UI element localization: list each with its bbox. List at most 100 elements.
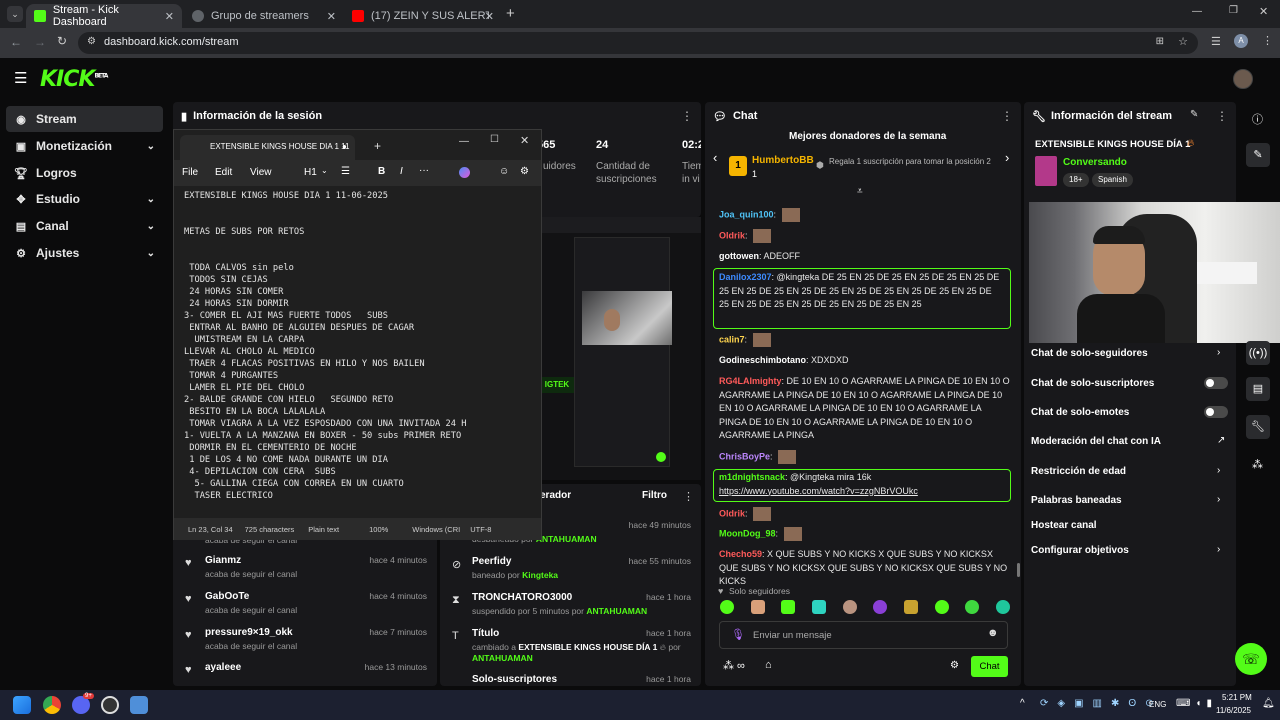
bold-icon[interactable]: B: [378, 166, 385, 177]
chat-scrollbar[interactable]: [1017, 563, 1020, 577]
chat-username[interactable]: RG4LAImighty: [719, 376, 782, 386]
notepad-close-icon[interactable]: ✕: [520, 134, 529, 147]
minimize-icon[interactable]: —: [1192, 6, 1202, 17]
reload-icon[interactable]: ↻: [57, 34, 67, 48]
close-tab-icon[interactable]: ✕: [165, 10, 174, 23]
option-palabras-baneadas[interactable]: Palabras baneadas: [1031, 495, 1122, 506]
points-icon[interactable]: ⁂ ∞: [723, 659, 745, 672]
option-solo-seguidores[interactable]: Chat de solo-seguidores: [1031, 348, 1148, 359]
gift-sub-text[interactable]: Regala 1 suscripción para tomar la posic…: [829, 157, 999, 167]
wrench-rail-button[interactable]: 🔧︎: [1246, 415, 1270, 439]
chat-menu-icon[interactable]: ⋮: [1001, 109, 1013, 123]
emote-icon[interactable]: [934, 600, 949, 614]
sidebar-item-monetizacion[interactable]: ▣ Monetización ⌄: [6, 133, 163, 159]
points-rail-icon[interactable]: ⁂: [1252, 458, 1263, 471]
chat-username[interactable]: MoonDog_98: [719, 528, 776, 538]
info-circle-icon[interactable]: ⓘ: [1252, 111, 1263, 127]
emote-icon[interactable]: [903, 600, 918, 614]
activity-user[interactable]: GabOoTe: [205, 591, 249, 602]
browser-menu-icon[interactable]: ⋮: [1262, 34, 1273, 47]
chat-username[interactable]: Checho59: [719, 549, 762, 559]
broadcast-rail-button[interactable]: ((•)): [1246, 341, 1270, 365]
sidebar-item-ajustes[interactable]: ⚙ Ajustes ⌄: [6, 240, 163, 266]
tab-search-icon[interactable]: ⌄: [7, 6, 23, 22]
new-tab-icon[interactable]: +: [506, 5, 515, 22]
emoji-icon[interactable]: ☻: [987, 627, 999, 639]
activity-user[interactable]: pressure9×19_okk: [205, 627, 293, 638]
notepad-maximize-icon[interactable]: ☐: [490, 134, 499, 145]
external-link-icon[interactable]: ↗: [1217, 435, 1225, 446]
tab-youtube[interactable]: (17) ZEIN Y SUS ALERTAS PARA ✕: [344, 4, 502, 28]
menu-file[interactable]: File: [182, 167, 198, 178]
activity-user[interactable]: ayaleee: [205, 662, 241, 673]
emote-icon[interactable]: [811, 600, 826, 614]
close-tab-icon[interactable]: ✕: [485, 10, 494, 23]
tray-icons[interactable]: ⟳◈▣▥✱ʘ⊙: [1040, 698, 1163, 709]
store-icon[interactable]: ⌂: [765, 659, 772, 671]
system-icons[interactable]: ⌨◖▮: [1176, 698, 1217, 709]
edit-rail-button[interactable]: ✎: [1246, 143, 1270, 167]
translate-icon[interactable]: ⊞: [1156, 36, 1164, 47]
language-indicator[interactable]: ENG: [1149, 700, 1166, 709]
emote-icon[interactable]: [873, 600, 888, 614]
back-icon[interactable]: ←: [10, 35, 22, 49]
tray-chevron-icon[interactable]: ^: [1020, 698, 1025, 709]
send-chat-button[interactable]: Chat: [971, 656, 1008, 677]
chat-input-box[interactable]: 🎙︎ Enviar un mensaje ☻: [719, 621, 1008, 649]
emote-icon[interactable]: [720, 600, 734, 614]
emote-icon[interactable]: [781, 600, 796, 614]
emote-icon[interactable]: [995, 600, 1010, 614]
sidebar-item-logros[interactable]: 🏆︎ Logros: [6, 160, 163, 186]
webcam-preview[interactable]: [1029, 202, 1280, 343]
menu-view[interactable]: View: [250, 167, 272, 178]
chevron-right-icon[interactable]: ›: [1217, 544, 1220, 555]
more-icon[interactable]: ···: [419, 165, 429, 176]
option-moderacion-ia[interactable]: Moderación del chat con IA: [1031, 436, 1161, 447]
microphone-icon[interactable]: 🎙︎: [731, 628, 745, 641]
filter-button[interactable]: Filtro: [642, 490, 667, 501]
donor-name[interactable]: HumbertoBB: [752, 155, 814, 166]
maximize-icon[interactable]: ❐: [1229, 5, 1238, 16]
list-icon[interactable]: ☰: [341, 166, 350, 177]
heading-dropdown[interactable]: H1: [304, 167, 317, 178]
emote-icon[interactable]: [965, 600, 980, 614]
chat-settings-icon[interactable]: ⚙: [950, 660, 959, 671]
copilot-icon[interactable]: [459, 167, 470, 178]
notepad-taskbar-icon[interactable]: [130, 696, 148, 714]
unsaved-dot-icon[interactable]: ●: [342, 142, 347, 151]
reading-list-icon[interactable]: ☰: [1211, 35, 1221, 48]
italic-icon[interactable]: I: [400, 166, 403, 177]
activity-user[interactable]: Gianmz: [205, 555, 241, 566]
chat-username[interactable]: Godineschimbotano: [719, 355, 806, 365]
obs-icon[interactable]: [101, 696, 119, 714]
settings-icon[interactable]: ⚙: [520, 166, 529, 177]
bookmark-star-icon[interactable]: ☆: [1178, 35, 1188, 48]
forward-icon[interactable]: →: [34, 35, 46, 49]
zoom-level[interactable]: 100%: [369, 525, 388, 534]
hamburger-menu-icon[interactable]: ☰: [14, 69, 27, 87]
line-ending[interactable]: Windows (CRI: [412, 525, 460, 534]
notepad-text-area[interactable]: EXTENSIBLE KINGS HOUSE DIA 1 11-06-2025 …: [174, 186, 541, 518]
sidebar-item-estudio[interactable]: ✥ Estudio ⌄: [6, 186, 163, 212]
encoding[interactable]: UTF-8: [470, 525, 491, 534]
chat-username[interactable]: ChrisBoyPe: [719, 451, 770, 461]
chevron-right-icon[interactable]: ›: [1217, 347, 1220, 358]
chat-username[interactable]: gottowen: [719, 251, 759, 261]
notification-bell-icon[interactable]: 🔔︎: [1262, 698, 1275, 709]
chat-username[interactable]: m1dnightsnack: [719, 472, 785, 482]
category-thumbnail[interactable]: [1035, 156, 1057, 186]
sidebar-item-canal[interactable]: ▤ Canal ⌄: [6, 213, 163, 239]
support-chat-button[interactable]: ☏: [1235, 643, 1267, 675]
edit-pencil-icon[interactable]: ✎: [1190, 109, 1198, 120]
close-window-icon[interactable]: ✕: [1259, 5, 1268, 18]
moderator-menu-icon[interactable]: ⋮: [683, 490, 694, 503]
notepad-minimize-icon[interactable]: —: [459, 136, 469, 147]
notepad-tab[interactable]: EXTENSIBLE KINGS HOUSE DIA 1 11 ●: [180, 135, 355, 160]
mod-log-user[interactable]: TRONCHATORO3000: [472, 592, 572, 603]
kick-logo[interactable]: KICKBETA: [40, 67, 108, 92]
tab-grupo-streamers[interactable]: Grupo de streamers ✕: [184, 4, 344, 28]
address-bar[interactable]: ⚙ dashboard.kick.com/stream ⊞ ☆: [78, 32, 1198, 54]
clock-time[interactable]: 5:21 PM: [1222, 693, 1252, 702]
stream-preview[interactable]: IGTEK: [540, 217, 701, 480]
notepad-window[interactable]: EXTENSIBLE KINGS HOUSE DIA 1 11 ● + — ☐ …: [173, 129, 542, 540]
